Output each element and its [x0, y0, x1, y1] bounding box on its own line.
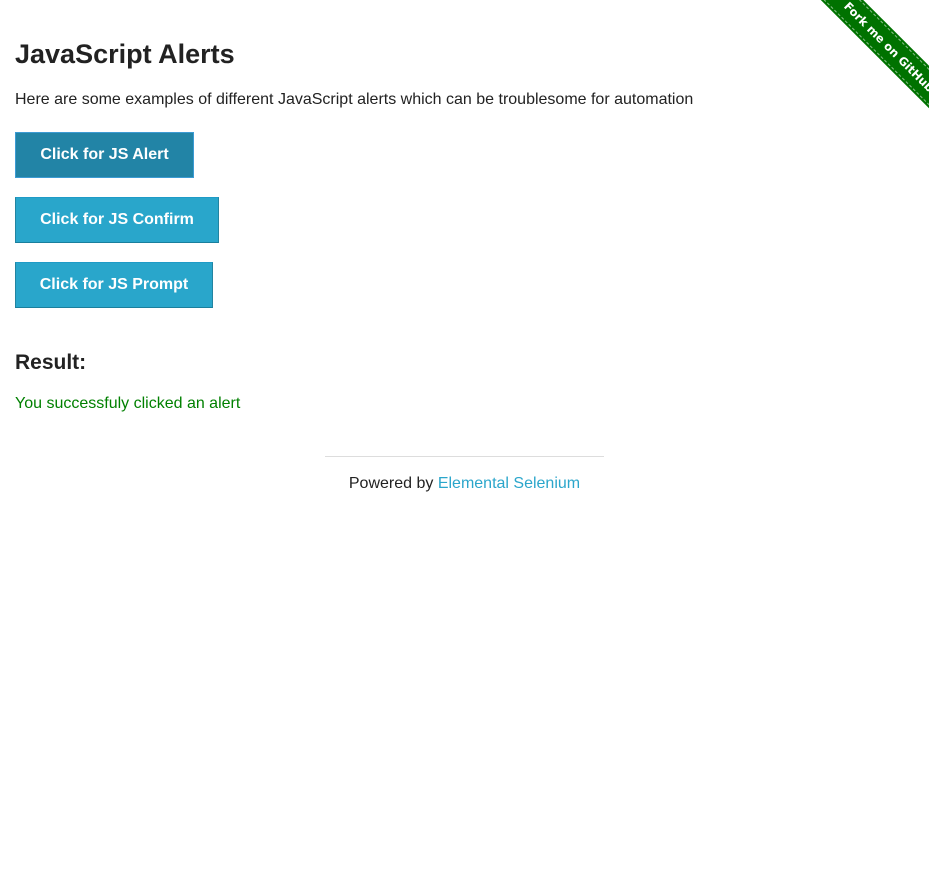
- js-prompt-button[interactable]: Click for JS Prompt: [15, 262, 213, 308]
- github-ribbon[interactable]: Fork me on GitHub: [780, 0, 929, 149]
- footer: Powered by Elemental Selenium: [325, 474, 604, 494]
- page: JavaScript Alerts Here are some examples…: [0, 0, 929, 888]
- js-alert-button[interactable]: Click for JS Alert: [15, 132, 194, 178]
- footer-prefix: Powered by: [348, 475, 438, 492]
- fork-me-ribbon-label[interactable]: Fork me on GitHub: [812, 0, 929, 124]
- result-heading: Result:: [15, 351, 87, 374]
- page-description: Here are some examples of different Java…: [15, 91, 694, 108]
- result-message: You successfuly clicked an alert: [15, 395, 241, 412]
- js-confirm-button[interactable]: Click for JS Confirm: [15, 197, 219, 243]
- page-title: JavaScript Alerts: [15, 39, 235, 69]
- elemental-selenium-link[interactable]: Elemental Selenium: [438, 475, 580, 492]
- footer-divider: [325, 456, 604, 457]
